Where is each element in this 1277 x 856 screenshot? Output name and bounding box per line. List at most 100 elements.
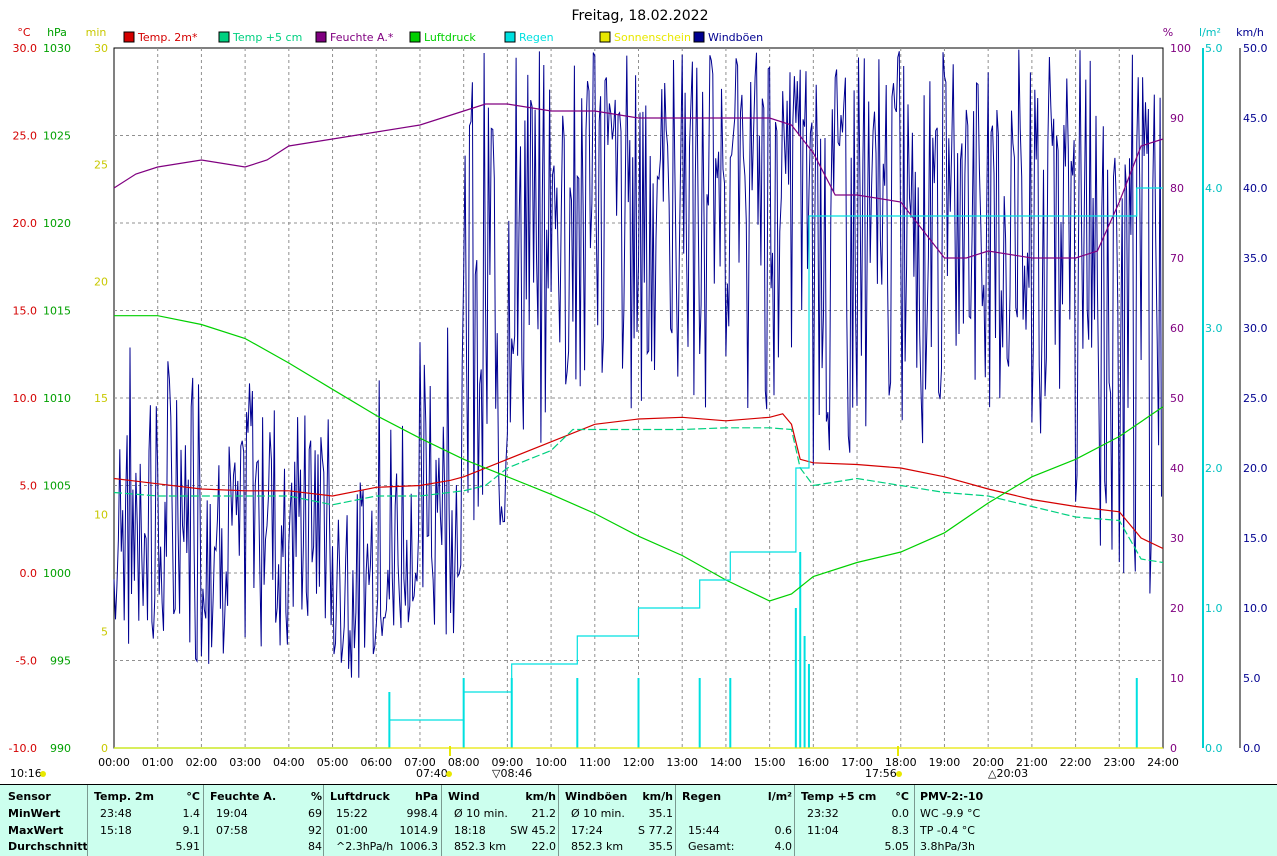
legend-label: Windböen xyxy=(708,31,763,44)
stats-column-divider xyxy=(914,785,915,856)
tick-label-hour: 10:00 xyxy=(535,756,567,769)
tick-label-rain: 2.0 xyxy=(1205,462,1223,475)
stats-column-divider xyxy=(675,785,676,856)
tick-label-hpa: 1020 xyxy=(43,217,71,230)
tick-label-hour: 00:00 xyxy=(98,756,130,769)
tick-label-pct: 0 xyxy=(1170,742,1177,755)
rain-bar xyxy=(803,636,806,748)
tick-label-hpa: 995 xyxy=(50,655,71,668)
sun-icon xyxy=(40,771,46,777)
stats-value: 35.1 xyxy=(648,807,674,820)
stats-value: 1014.9 xyxy=(399,824,439,837)
tick-label-hpa: 1000 xyxy=(43,567,71,580)
grid xyxy=(113,47,1164,749)
tick-label-pct: 100 xyxy=(1170,42,1191,55)
tick-label-hour: 15:00 xyxy=(754,756,786,769)
tick-label-hpa: 1010 xyxy=(43,392,71,405)
stats-row-label: MaxWert xyxy=(8,824,64,837)
tick-label-kmh: 35.0 xyxy=(1243,252,1268,265)
tick-label-pct: 60 xyxy=(1170,322,1184,335)
stats-value: 9.1 xyxy=(182,824,201,837)
tick-label-temp: -5.0 xyxy=(16,655,37,668)
stats-value: 69 xyxy=(308,807,322,820)
legend-label: Regen xyxy=(519,31,554,44)
legend-label: Feuchte A.* xyxy=(330,31,394,44)
tick-label-hpa: 1025 xyxy=(43,130,71,143)
tick-label-kmh: 45.0 xyxy=(1243,112,1268,125)
tick-label-min: 30 xyxy=(94,42,108,55)
tick-label-min: 0 xyxy=(101,742,108,755)
tick-label-hour: 16:00 xyxy=(797,756,829,769)
tick-label-rain: 1.0 xyxy=(1205,602,1223,615)
axis-unit-pct: % xyxy=(1163,26,1173,39)
sun-icon xyxy=(896,771,902,777)
tick-label-hour: 13:00 xyxy=(666,756,698,769)
tick-label-temp: 5.0 xyxy=(20,480,38,493)
stats-value: 21.2 xyxy=(531,807,557,820)
stats-column-divider xyxy=(87,785,88,856)
tick-label-hpa: 1015 xyxy=(43,305,71,318)
stats-value: 5.91 xyxy=(175,840,201,853)
stats-value: 0.0 xyxy=(891,807,910,820)
tick-label-temp: 10.0 xyxy=(13,392,38,405)
tick-label-kmh: 25.0 xyxy=(1243,392,1268,405)
tick-label-kmh: 10.0 xyxy=(1243,602,1268,615)
stats-value: 4.0 xyxy=(774,840,793,853)
legend-label: Temp +5 cm xyxy=(232,31,302,44)
tick-label-min: 10 xyxy=(94,509,108,522)
sunrise-label: 07:40 xyxy=(416,767,448,780)
tick-label-pct: 30 xyxy=(1170,532,1184,545)
stats-value: SW 45.2 xyxy=(510,824,556,837)
stats-col-unit: °C xyxy=(895,790,909,803)
tick-label-hour: 05:00 xyxy=(317,756,349,769)
stats-pmv-tp: TP -0.4 °C xyxy=(920,824,975,837)
stats-value: 35.5 xyxy=(648,840,674,853)
stats-col-unit: l/m² xyxy=(767,790,792,803)
stats-column-divider xyxy=(323,785,324,856)
rain-bar xyxy=(729,678,732,748)
stats-value: 92 xyxy=(308,824,322,837)
tick-label-kmh: 5.0 xyxy=(1243,672,1261,685)
stats-value: 1006.3 xyxy=(399,840,439,853)
tick-label-hour: 19:00 xyxy=(929,756,961,769)
legend-label: Temp. 2m* xyxy=(137,31,198,44)
tick-label-pct: 10 xyxy=(1170,672,1184,685)
stats-column-divider xyxy=(441,785,442,856)
tick-label-min: 25 xyxy=(94,159,108,172)
tick-label-temp: 15.0 xyxy=(13,305,38,318)
stats-pmv-header: PMV-2:-10 xyxy=(920,790,984,803)
stats-column-divider xyxy=(794,785,795,856)
tick-label-rain: 5.0 xyxy=(1205,42,1223,55)
tick-label-min: 15 xyxy=(94,392,108,405)
tick-label-kmh: 30.0 xyxy=(1243,322,1268,335)
tick-label-hour: 03:00 xyxy=(229,756,261,769)
tick-label-temp: 0.0 xyxy=(20,567,38,580)
tick-label-pct: 20 xyxy=(1170,602,1184,615)
axis-unit-kmh: km/h xyxy=(1236,26,1264,39)
tick-label-hour: 23:00 xyxy=(1103,756,1135,769)
tick-label-min: 5 xyxy=(101,625,108,638)
stats-value: 1.4 xyxy=(182,807,201,820)
rain-bar xyxy=(576,678,579,748)
tick-label-pct: 40 xyxy=(1170,462,1184,475)
stats-value: 0.6 xyxy=(774,824,793,837)
stats-pmv-wc: WC -9.9 °C xyxy=(920,807,981,820)
tick-label-kmh: 15.0 xyxy=(1243,532,1268,545)
stats-col-unit: % xyxy=(310,790,322,803)
tick-label-rain: 4.0 xyxy=(1205,182,1223,195)
legend: Temp. 2m* Temp +5 cm Feuchte A.* Luftdruck R… xyxy=(123,31,763,44)
tick-label-temp: 20.0 xyxy=(13,217,38,230)
axis-unit-temp: °C xyxy=(17,26,31,39)
tick-label-hour: 08:00 xyxy=(448,756,480,769)
tick-label-pct: 70 xyxy=(1170,252,1184,265)
axis-unit-min: min xyxy=(86,26,107,39)
axis-unit-rain: l/m² xyxy=(1199,26,1221,39)
stats-col-unit: km/h xyxy=(642,790,673,803)
legend-swatch xyxy=(123,31,135,43)
stats-value: 22.0 xyxy=(531,840,557,853)
tick-label-temp: 25.0 xyxy=(13,130,38,143)
tick-label-kmh: 0.0 xyxy=(1243,742,1261,755)
tick-label-pct: 90 xyxy=(1170,112,1184,125)
sun-icon xyxy=(446,771,452,777)
tick-label-temp: -10.0 xyxy=(9,742,37,755)
